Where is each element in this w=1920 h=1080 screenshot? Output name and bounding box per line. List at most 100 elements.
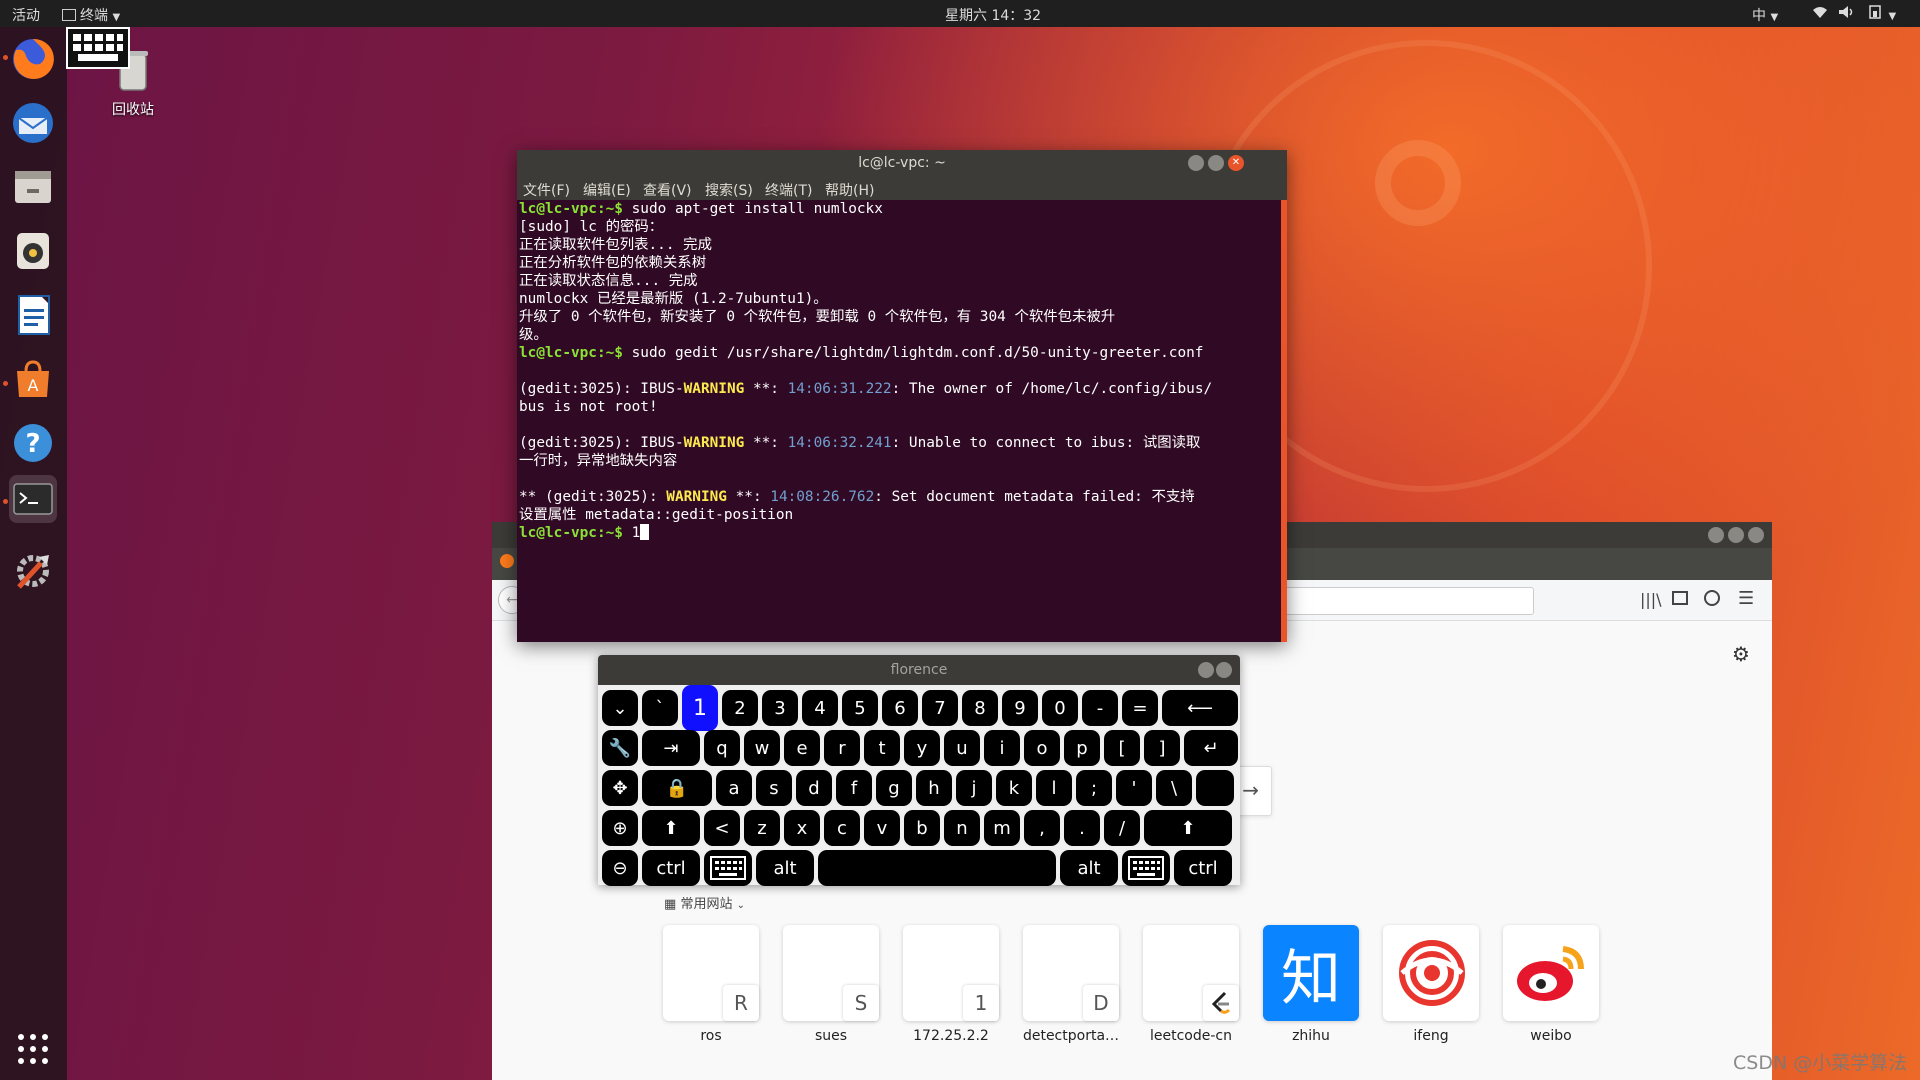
terminal-output[interactable]: lc@lc-vpc:~$ sudo apt-get install numloc…	[517, 200, 1281, 642]
right-shift-key[interactable]: ⬆	[1144, 810, 1232, 846]
close-icon[interactable]	[1216, 662, 1232, 678]
minimize-icon[interactable]	[1708, 527, 1724, 543]
close-icon[interactable]	[1748, 527, 1764, 543]
key-x[interactable]: x	[784, 810, 820, 846]
input-method-indicator[interactable]: 中 ▼	[1752, 5, 1778, 25]
settings-wrench-key[interactable]: 🔧	[602, 730, 638, 766]
key-l[interactable]: l	[1036, 770, 1072, 806]
terminal-icon[interactable]	[9, 475, 57, 523]
key-equals[interactable]: =	[1122, 690, 1158, 726]
key-6[interactable]: 6	[882, 690, 918, 726]
florence-titlebar[interactable]: florence	[598, 655, 1240, 685]
key-q[interactable]: q	[704, 730, 740, 766]
writer-icon[interactable]	[9, 291, 57, 339]
florence-keyboard-icon[interactable]	[66, 27, 130, 69]
key-o[interactable]: o	[1024, 730, 1060, 766]
key-k[interactable]: k	[996, 770, 1032, 806]
right-ctrl-key[interactable]: ctrl	[1174, 850, 1232, 886]
key-i[interactable]: i	[984, 730, 1020, 766]
left-ctrl-key[interactable]: ctrl	[642, 850, 700, 886]
app-menu[interactable]: 终端 ▼	[62, 5, 120, 25]
enter-key-lower[interactable]	[1196, 770, 1234, 806]
tab-key[interactable]: ⇥	[642, 730, 700, 766]
library-icon[interactable]: |||\	[1640, 590, 1662, 609]
close-icon[interactable]: ✕	[1228, 155, 1244, 171]
activities-button[interactable]: 活动	[12, 5, 40, 25]
top-site-tile-leetcode[interactable]	[1143, 925, 1239, 1021]
key-backtick[interactable]: `	[642, 690, 678, 726]
arrow-right-icon[interactable]: →	[1242, 778, 1259, 802]
account-icon[interactable]	[1704, 590, 1720, 606]
key-9[interactable]: 9	[1002, 690, 1038, 726]
menu-search[interactable]: 搜索(S)	[705, 180, 753, 200]
maximize-icon[interactable]	[1208, 155, 1224, 171]
top-site-tile-zhihu[interactable]: 知	[1263, 925, 1359, 1021]
key-z[interactable]: z	[744, 810, 780, 846]
key-w[interactable]: w	[744, 730, 780, 766]
key-minus[interactable]: -	[1082, 690, 1118, 726]
show-applications-icon[interactable]	[9, 1025, 57, 1073]
key-j[interactable]: j	[956, 770, 992, 806]
software-center-icon[interactable]: A	[9, 355, 57, 403]
key-h[interactable]: h	[916, 770, 952, 806]
key-p[interactable]: p	[1064, 730, 1100, 766]
menu-help[interactable]: 帮助(H)	[825, 180, 874, 200]
top-site-tile-weibo[interactable]	[1503, 925, 1599, 1021]
key-y[interactable]: y	[904, 730, 940, 766]
key-8[interactable]: 8	[962, 690, 998, 726]
menu-view[interactable]: 查看(V)	[643, 180, 692, 200]
top-site-tile-172[interactable]: 1	[903, 925, 999, 1021]
move-key[interactable]: ✥	[602, 770, 638, 806]
firefox-icon[interactable]	[9, 35, 57, 83]
key-slash[interactable]: /	[1104, 810, 1140, 846]
key-3[interactable]: 3	[762, 690, 798, 726]
menu-file[interactable]: 文件(F)	[523, 180, 570, 200]
minimize-icon[interactable]	[1188, 155, 1204, 171]
volume-icon[interactable]	[1838, 5, 1856, 23]
key-5[interactable]: 5	[842, 690, 878, 726]
caps-lock-key[interactable]: 🔒	[642, 770, 712, 806]
firefox-tab-icon[interactable]	[500, 554, 514, 568]
key-b[interactable]: b	[904, 810, 940, 846]
key-u[interactable]: u	[944, 730, 980, 766]
key-c[interactable]: c	[824, 810, 860, 846]
key-4[interactable]: 4	[802, 690, 838, 726]
power-menu[interactable]: ▼	[1868, 5, 1896, 23]
left-super-key[interactable]	[704, 850, 752, 886]
key-less-than[interactable]: <	[704, 810, 740, 846]
gear-icon[interactable]: ⚙	[1732, 642, 1750, 666]
key-bracket-left[interactable]: [	[1104, 730, 1140, 766]
key-7[interactable]: 7	[922, 690, 958, 726]
key-semicolon[interactable]: ;	[1076, 770, 1112, 806]
menu-edit[interactable]: 编辑(E)	[583, 180, 631, 200]
sidebar-icon[interactable]	[1672, 591, 1688, 605]
key-g[interactable]: g	[876, 770, 912, 806]
key-m[interactable]: m	[984, 810, 1020, 846]
key-a[interactable]: a	[716, 770, 752, 806]
key-r[interactable]: r	[824, 730, 860, 766]
key-period[interactable]: .	[1064, 810, 1100, 846]
key-comma[interactable]: ,	[1024, 810, 1060, 846]
space-key[interactable]	[818, 850, 1056, 886]
key-1[interactable]: 1	[682, 685, 718, 731]
key-n[interactable]: n	[944, 810, 980, 846]
key-f[interactable]: f	[836, 770, 872, 806]
key-s[interactable]: s	[756, 770, 792, 806]
right-super-key[interactable]	[1122, 850, 1170, 886]
rhythmbox-icon[interactable]	[9, 227, 57, 275]
key-v[interactable]: v	[864, 810, 900, 846]
top-site-tile-detectportal[interactable]: D	[1023, 925, 1119, 1021]
key-t[interactable]: t	[864, 730, 900, 766]
zoom-in-key[interactable]: ⊕	[602, 810, 638, 846]
help-icon[interactable]: ?	[9, 419, 57, 467]
maximize-icon[interactable]	[1728, 527, 1744, 543]
key-quote[interactable]: '	[1116, 770, 1152, 806]
files-icon[interactable]	[9, 163, 57, 211]
top-site-tile-ros[interactable]: R	[663, 925, 759, 1021]
top-sites-header[interactable]: ▦ 常用网站 ⌄	[664, 893, 745, 912]
key-e[interactable]: e	[784, 730, 820, 766]
clock[interactable]: 星期六 14：32	[945, 5, 1041, 25]
top-site-tile-ifeng[interactable]	[1383, 925, 1479, 1021]
key-2[interactable]: 2	[722, 690, 758, 726]
right-alt-key[interactable]: alt	[1060, 850, 1118, 886]
